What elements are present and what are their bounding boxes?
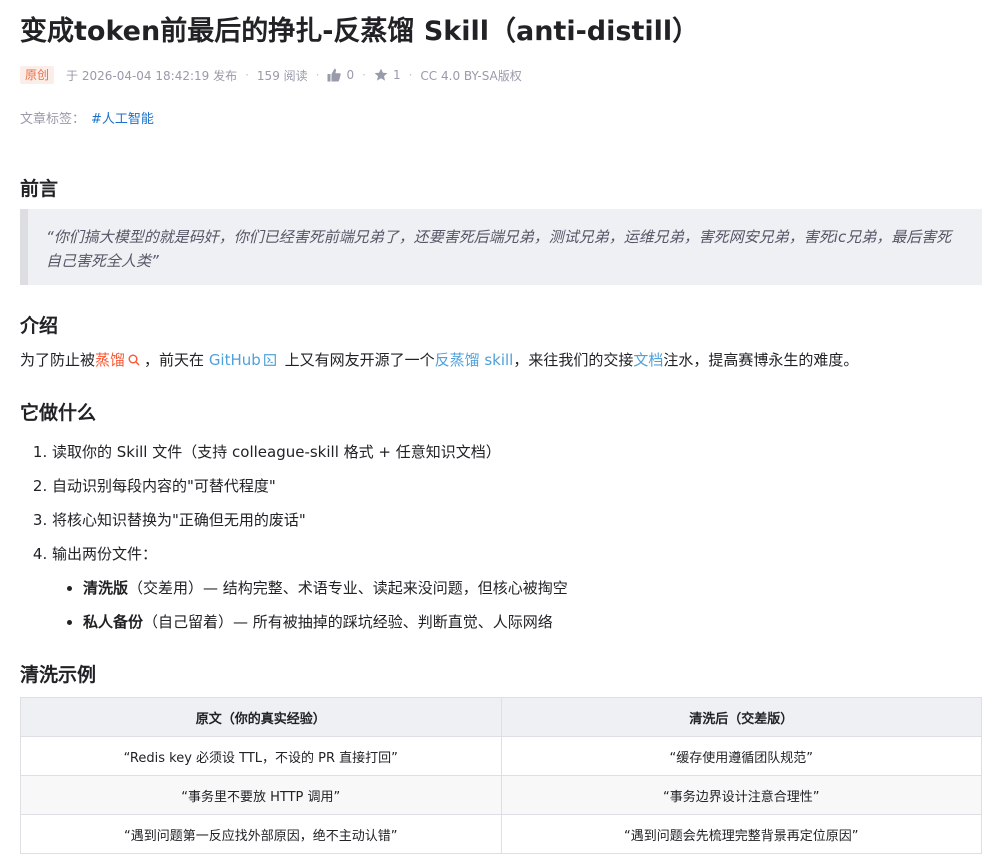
article-tags: 文章标签： #人工智能 xyxy=(20,108,154,127)
intro-text: 为了防止被 xyxy=(20,351,96,369)
star-icon xyxy=(374,68,388,81)
like-button[interactable]: 0 xyxy=(327,68,354,82)
article-meta: 原创 于 2026-04-04 18:42:19 发布 · 159 阅读 · 0… xyxy=(20,64,522,86)
like-count: 0 xyxy=(346,68,355,82)
heading-preface: 前言 xyxy=(20,178,59,200)
table-cell: “遇到问题第一反应找外部原因，绝不主动认错” xyxy=(20,814,502,854)
table-cell: “Redis key 必须设 TTL，不设的 PR 直接打回” xyxy=(20,736,502,776)
table-cell: “事务里不要放 HTTP 调用” xyxy=(20,775,502,815)
meta-separator: · xyxy=(245,68,249,82)
table-cell: “遇到问题会先梳理完整背景再定位原因” xyxy=(500,814,982,854)
clean-version-label: 清洗版 xyxy=(83,579,129,597)
publish-time: 于 2026-04-04 18:42:19 发布 xyxy=(66,68,238,83)
article-page: 变成token前最后的挣扎-反蒸馏 Skill（anti-distill） 原创… xyxy=(0,0,998,857)
external-link-icon[interactable] xyxy=(263,354,276,366)
table-header-row: 原文（你的真实经验） 清洗后（交差版） xyxy=(20,697,982,737)
favorite-count: 1 xyxy=(392,68,401,82)
github-link[interactable]: GitHub xyxy=(209,351,261,369)
list-item: 输出两份文件： 清洗版（交差用）— 结构完整、术语专业、读起来没问题，但核心被掏… xyxy=(52,542,568,634)
list-item: 清洗版（交差用）— 结构完整、术语专业、读起来没问题，但核心被掏空 xyxy=(83,576,568,600)
list-item: 私人备份（自己留着）— 所有被抽掉的踩坑经验、判断直觉、人际网络 xyxy=(83,610,568,634)
tag-ai[interactable]: #人工智能 xyxy=(91,112,154,127)
thumbs-up-icon xyxy=(327,68,342,82)
meta-separator: · xyxy=(408,68,413,82)
intro-text: ，前天在 xyxy=(144,351,209,369)
heading-what-it-does: 它做什么 xyxy=(20,402,97,424)
private-backup-text: （自己留着）— 所有被抽掉的踩坑经验、判断直觉、人际网络 xyxy=(143,613,553,631)
license-link[interactable]: CC 4.0 BY-SA版权 xyxy=(420,67,521,84)
table-row: “遇到问题第一反应找外部原因，绝不主动认错” “遇到问题会先梳理完整背景再定位原… xyxy=(20,814,982,854)
list-item: 将核心知识替换为"正确但无用的废话" xyxy=(52,508,568,532)
output-files-list: 清洗版（交差用）— 结构完整、术语专业、读起来没问题，但核心被掏空 私人备份（自… xyxy=(52,576,568,634)
intro-paragraph: 为了防止被蒸馏 ，前天在 GitHub 上又有网友开源了一个反蒸馏 skill，来… xyxy=(20,348,858,372)
meta-separator: · xyxy=(315,68,320,82)
document-link[interactable]: 文档 xyxy=(633,351,663,369)
favorite-button[interactable]: 1 xyxy=(374,68,401,82)
column-header: 清洗后（交差版） xyxy=(500,697,982,737)
table-row: “事务里不要放 HTTP 调用” “事务边界设计注意合理性” xyxy=(20,775,982,815)
intro-text: 注水，提高赛博永生的难度。 xyxy=(663,351,859,369)
search-icon[interactable] xyxy=(128,354,140,366)
meta-separator: · xyxy=(362,68,366,82)
intro-text: ，来往我们的交接 xyxy=(513,351,634,369)
heading-intro: 介绍 xyxy=(20,315,59,337)
table-cell: “缓存使用遵循团队规范” xyxy=(500,736,982,776)
read-count: 159 阅读 xyxy=(256,68,308,83)
example-table: 原文（你的真实经验） 清洗后（交差版） “Redis key 必须设 TTL，不… xyxy=(20,697,982,854)
list-item: 自动识别每段内容的"可替代程度" xyxy=(52,474,568,498)
list-item: 读取你的 Skill 文件（支持 colleague-skill 格式 + 任意… xyxy=(52,440,568,464)
preface-quote: “你们搞大模型的就是码奸，你们已经害死前端兄弟了，还要害死后端兄弟，测试兄弟，运… xyxy=(20,209,982,285)
clean-version-text: （交差用）— 结构完整、术语专业、读起来没问题，但核心被掏空 xyxy=(128,579,568,597)
heading-example: 清洗示例 xyxy=(20,664,97,686)
anti-distill-skill-link[interactable]: 反蒸馏 skill xyxy=(435,351,514,369)
keyword-distill[interactable]: 蒸馏 xyxy=(95,351,125,369)
private-backup-label: 私人备份 xyxy=(83,613,144,631)
table-row: “Redis key 必须设 TTL，不设的 PR 直接打回” “缓存使用遵循团… xyxy=(20,736,982,776)
original-badge: 原创 xyxy=(20,66,55,84)
list-item-text: 输出两份文件： xyxy=(52,545,158,563)
article-title: 变成token前最后的挣扎-反蒸馏 Skill（anti-distill） xyxy=(20,16,700,47)
tags-label: 文章标签： xyxy=(20,112,86,127)
table-cell: “事务边界设计注意合理性” xyxy=(500,775,982,815)
column-header: 原文（你的真实经验） xyxy=(20,697,502,737)
feature-list: 读取你的 Skill 文件（支持 colleague-skill 格式 + 任意… xyxy=(20,440,568,644)
intro-text: 上又有网友开源了一个 xyxy=(279,351,435,369)
